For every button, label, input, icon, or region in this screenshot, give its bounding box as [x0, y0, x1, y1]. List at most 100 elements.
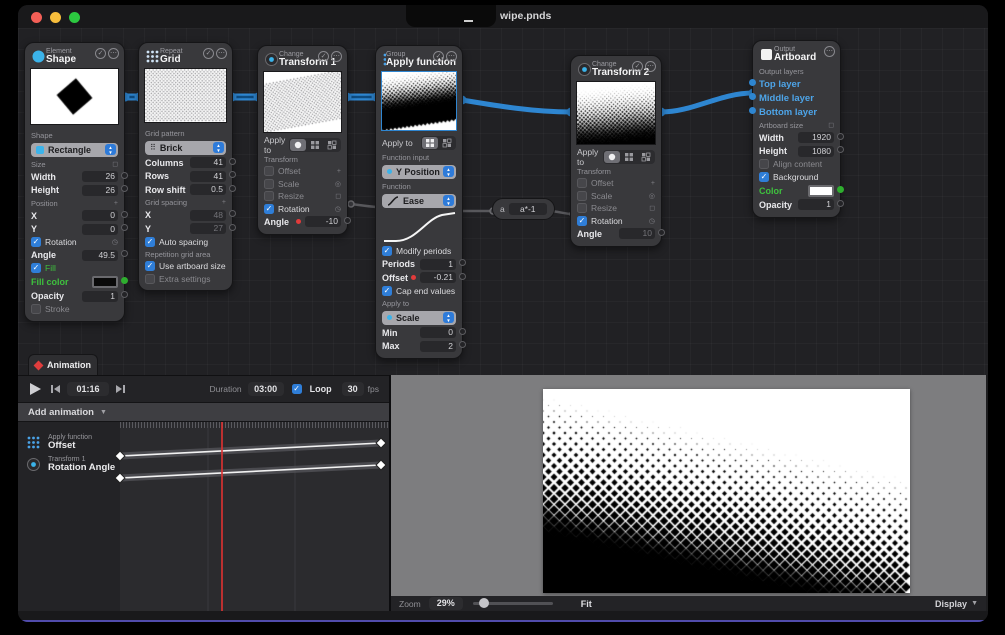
- track-rotation-angle[interactable]: Transform 1Rotation Angle: [26, 456, 115, 474]
- apply-to-grid4-button[interactable]: [621, 151, 637, 163]
- layer-input-port[interactable]: [749, 93, 756, 100]
- param-port[interactable]: [121, 172, 128, 179]
- dropdown-rectangle[interactable]: Rectangle▲▼: [31, 143, 118, 157]
- node-af[interactable]: GroupApply function✓⋯Apply toFunction in…: [375, 45, 463, 359]
- dropdown-brick[interactable]: ⠿Brick▲▼: [145, 141, 226, 155]
- enable-node-button[interactable]: ✓: [95, 48, 106, 59]
- extra-settings-checkbox[interactable]: [145, 274, 155, 284]
- animated-keyframe-dot[interactable]: [296, 219, 301, 224]
- add-animation-button[interactable]: Add animation ▼: [18, 403, 389, 422]
- background-checkbox[interactable]: ✓: [759, 172, 769, 182]
- param-port[interactable]: [837, 146, 844, 153]
- param-angle-field[interactable]: 49.5: [82, 250, 118, 261]
- tab-animation[interactable]: Animation: [28, 354, 98, 375]
- param-port[interactable]: [459, 273, 466, 280]
- node-menu-button[interactable]: ⋯: [824, 46, 835, 57]
- enable-node-button[interactable]: ✓: [433, 51, 444, 62]
- output-layer-middle-layer[interactable]: Middle layer: [759, 91, 834, 105]
- animated-keyframe-dot[interactable]: [411, 275, 416, 280]
- duration-field[interactable]: 03:00: [248, 382, 284, 396]
- param-port[interactable]: [121, 224, 128, 231]
- skip-to-start-button[interactable]: [50, 384, 61, 394]
- param-port[interactable]: [121, 250, 128, 257]
- auto-spacing-checkbox[interactable]: ✓: [145, 237, 155, 247]
- node-preview[interactable]: [381, 71, 457, 131]
- zoom-window-button[interactable]: [69, 12, 80, 23]
- param-port[interactable]: [229, 185, 236, 192]
- zoom-slider-knob[interactable]: [479, 598, 489, 608]
- expression-node[interactable]: aa*-1: [492, 198, 555, 220]
- node-menu-button[interactable]: ⋯: [108, 48, 119, 59]
- enable-node-button[interactable]: ✓: [318, 51, 329, 62]
- param-periods-field[interactable]: 1: [420, 259, 456, 270]
- scale-checkbox[interactable]: [264, 179, 274, 189]
- param-port[interactable]: [459, 259, 466, 266]
- display-menu-button[interactable]: Display ▼: [935, 599, 978, 609]
- minimize-window-button[interactable]: [50, 12, 61, 23]
- resize-icon[interactable]: ◻: [649, 204, 655, 212]
- param-height-field[interactable]: 26: [82, 185, 118, 196]
- layer-input-port[interactable]: [749, 79, 756, 86]
- param-x-field[interactable]: 0: [82, 210, 118, 221]
- node-menu-button[interactable]: ⋯: [331, 51, 342, 62]
- param-y-field[interactable]: 27: [190, 223, 226, 234]
- param-port[interactable]: [459, 328, 466, 335]
- rotate-icon[interactable]: ◷: [649, 217, 655, 225]
- resize-icon[interactable]: ◻: [112, 160, 118, 168]
- param-port[interactable]: [229, 171, 236, 178]
- param-port[interactable]: [229, 224, 236, 231]
- stroke-checkbox[interactable]: [31, 304, 41, 314]
- param-x-field[interactable]: 48: [190, 210, 226, 221]
- node-preview[interactable]: [576, 81, 656, 145]
- node-shape[interactable]: ElementShape✓⋯ShapeRectangle▲▼Size◻Width…: [24, 42, 125, 322]
- resize-icon[interactable]: ◻: [828, 121, 834, 129]
- node-preview[interactable]: [144, 68, 227, 123]
- param-rows-field[interactable]: 41: [190, 171, 226, 182]
- param-opacity-field[interactable]: 1: [82, 291, 118, 302]
- align-content-checkbox[interactable]: [759, 159, 769, 169]
- modify-periods-checkbox[interactable]: ✓: [382, 246, 392, 256]
- output-layer-top-layer[interactable]: Top layer: [759, 77, 834, 91]
- plus-icon[interactable]: +: [651, 180, 655, 187]
- zoom-value-field[interactable]: 29%: [429, 597, 463, 610]
- layer-input-port[interactable]: [749, 107, 756, 114]
- param-angle-field[interactable]: -10: [305, 216, 341, 227]
- param-port[interactable]: [121, 185, 128, 192]
- close-window-button[interactable]: [31, 12, 42, 23]
- fps-field[interactable]: 30: [342, 382, 364, 396]
- param-width-field[interactable]: 1920: [798, 132, 834, 143]
- param-angle-field[interactable]: 10: [619, 228, 655, 239]
- offset-checkbox[interactable]: [577, 178, 587, 188]
- param-port[interactable]: [658, 229, 665, 236]
- apply-to-grid4-button[interactable]: [307, 139, 323, 151]
- apply-to-gridsplit-button[interactable]: [439, 137, 455, 149]
- param-port[interactable]: [837, 133, 844, 140]
- enable-node-button[interactable]: ✓: [632, 61, 643, 72]
- node-t1[interactable]: ChangeTransform 1✓⋯Apply toTransformOffs…: [257, 45, 348, 235]
- scale-icon[interactable]: ◎: [649, 192, 655, 200]
- apply-to-grid4-button[interactable]: [422, 137, 438, 149]
- param-port[interactable]: [121, 291, 128, 298]
- color-port[interactable]: [837, 186, 844, 193]
- loop-checkbox[interactable]: ✓: [292, 384, 302, 394]
- param-port[interactable]: [344, 217, 351, 224]
- use-artboard-size-checkbox[interactable]: ✓: [145, 261, 155, 271]
- param-row-shift-field[interactable]: 0.5: [190, 184, 226, 195]
- color-swatch[interactable]: [92, 276, 118, 288]
- scale-checkbox[interactable]: [577, 191, 587, 201]
- plus-icon[interactable]: +: [222, 199, 226, 206]
- param-y-field[interactable]: 0: [82, 224, 118, 235]
- param-height-field[interactable]: 1080: [798, 146, 834, 157]
- apply-to-gridsplit-button[interactable]: [638, 151, 654, 163]
- resize-checkbox[interactable]: [577, 203, 587, 213]
- dropdown-ease[interactable]: Ease▲▼: [382, 194, 456, 208]
- enable-node-button[interactable]: ✓: [203, 48, 214, 59]
- node-artboard[interactable]: OutputArtboard⋯Output layersTop layerMid…: [752, 40, 841, 218]
- param-port[interactable]: [229, 210, 236, 217]
- rotation-checkbox[interactable]: ✓: [577, 216, 587, 226]
- rotation-checkbox[interactable]: ✓: [264, 204, 274, 214]
- param-port[interactable]: [229, 158, 236, 165]
- param-port[interactable]: [837, 200, 844, 207]
- rotate-icon[interactable]: ◷: [112, 238, 118, 246]
- track-offset[interactable]: Apply functionOffset: [26, 434, 92, 452]
